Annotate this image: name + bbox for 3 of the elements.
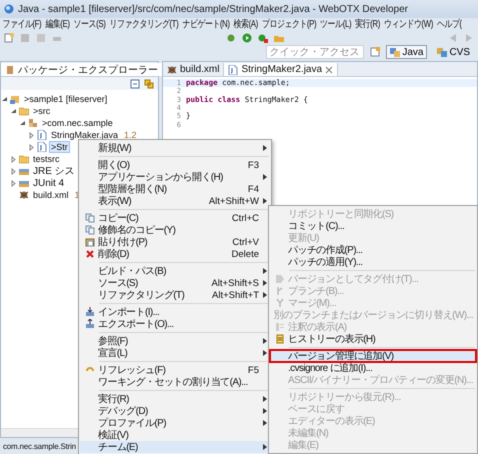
window-title: Java - sample1 [fileserver]/src/com/nec/sample/StringMaker2.java - WebOTX Developer xyxy=(18,4,408,14)
revision-label: 1.2 xyxy=(124,130,137,140)
status-text: com.nec.sample.Strin xyxy=(3,442,76,450)
